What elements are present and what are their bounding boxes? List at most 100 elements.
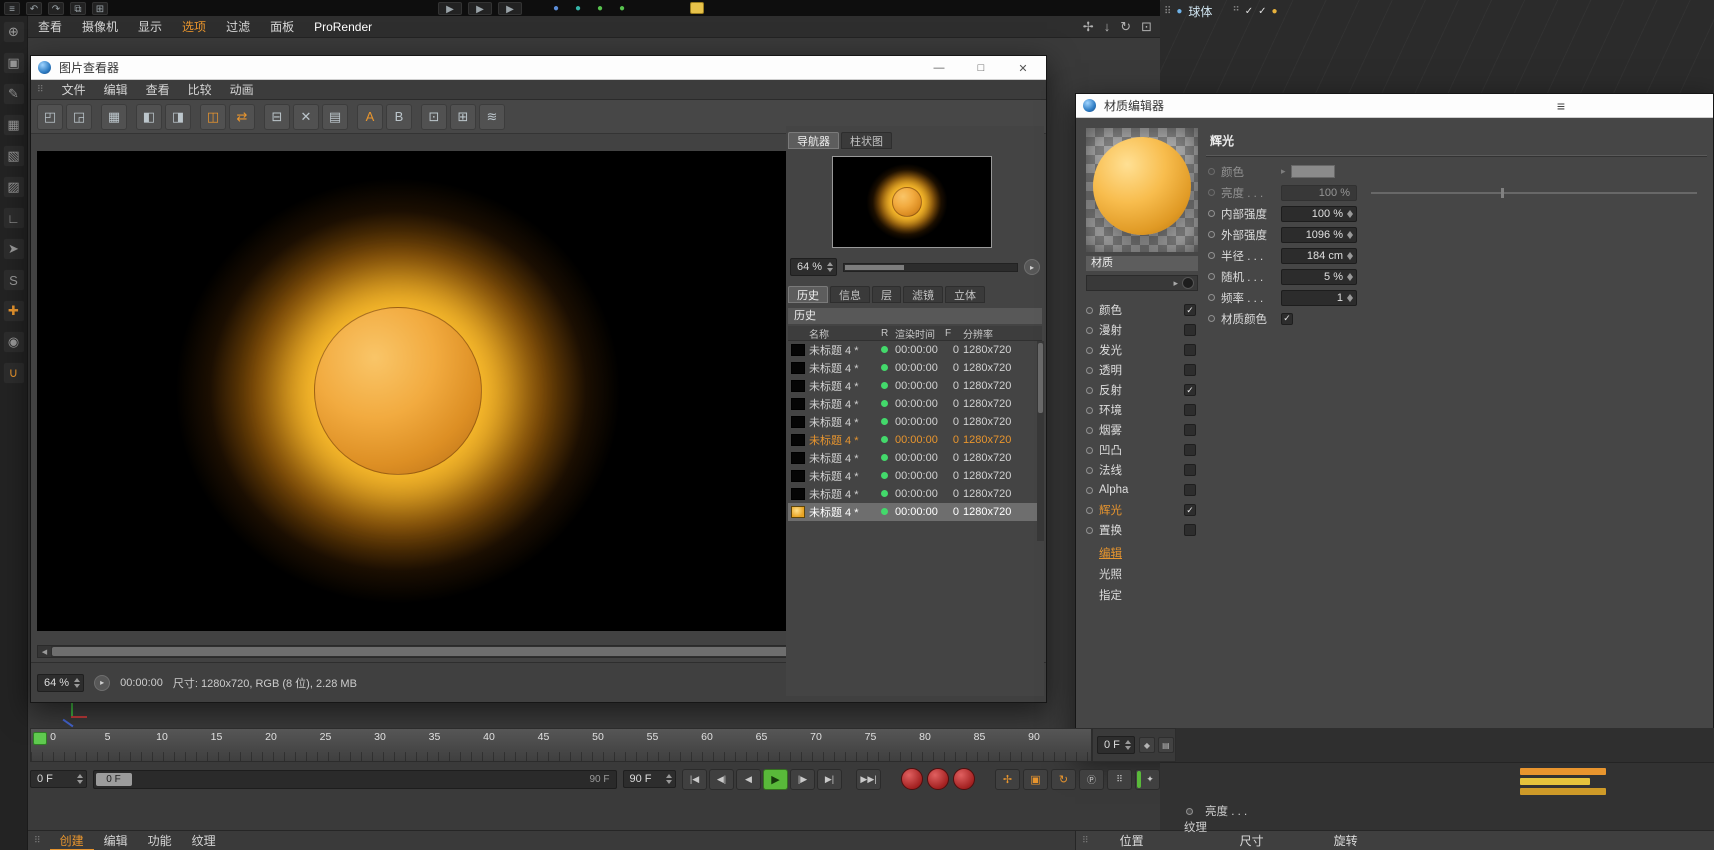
layer-dots-icon[interactable]: ⠛ <box>1232 6 1239 17</box>
corner-tool-icon[interactable]: ∟ <box>3 207 25 229</box>
object-row[interactable]: ⠿● 球体 ⠛✓✓● <box>1164 3 1278 19</box>
menu-查看[interactable]: 查看 <box>28 16 72 38</box>
undo-icon[interactable]: ↶ <box>26 2 42 15</box>
status-zoom-spinner[interactable]: 64 % <box>37 674 84 692</box>
bottom-menu-功能[interactable]: 功能 <box>138 831 182 850</box>
scroll-left-icon[interactable]: ◀ <box>38 648 51 656</box>
shader-green2-icon[interactable]: ● <box>614 2 630 15</box>
toggle-panel-icon[interactable]: ⊡ <box>1141 16 1152 38</box>
drag-handle-icon[interactable]: ⠿ <box>1164 6 1171 17</box>
channel-checkbox[interactable] <box>1184 484 1196 496</box>
open-image-icon[interactable]: ◰ <box>37 104 63 130</box>
channel-透明[interactable]: 透明 <box>1084 360 1202 380</box>
menu-过滤[interactable]: 过滤 <box>216 16 260 38</box>
timeline-frame-spinner[interactable]: 0 F <box>1097 736 1135 754</box>
keying-settings-button[interactable]: ✦ <box>1135 769 1160 790</box>
keyframe-diamond-icon[interactable]: ◆ <box>1139 737 1155 753</box>
autokey-button[interactable]: ◉ <box>927 768 949 790</box>
rotate-view-icon[interactable]: ↻ <box>1120 16 1131 38</box>
action-光照[interactable]: 光照 <box>1084 563 1202 584</box>
brightness-value-field[interactable]: 100 % <box>1281 185 1357 201</box>
coord-header-位置[interactable]: 位置 <box>1120 832 1144 849</box>
channel-环境[interactable]: 环境 <box>1084 400 1202 420</box>
bottom-grip-icon[interactable]: ⠿ <box>34 835 42 846</box>
pv-menu-比较[interactable]: 比较 <box>179 80 221 100</box>
mouse-tool-icon[interactable]: ➤ <box>3 238 25 260</box>
channel-checkbox[interactable]: ✓ <box>1184 504 1196 516</box>
stack-a-icon[interactable]: ◧ <box>136 104 162 130</box>
history-row[interactable]: 未标题 4 *00:00:0001280x720 <box>788 431 1042 449</box>
shader-green-icon[interactable]: ● <box>592 2 608 15</box>
folder-icon[interactable]: ⊟ <box>264 104 290 130</box>
primitive-c-icon[interactable]: ▨ <box>3 176 25 198</box>
channel-checkbox[interactable] <box>1184 344 1196 356</box>
frame-spinner[interactable]: 0 F <box>30 770 87 788</box>
slider-knob-icon[interactable] <box>1501 188 1504 198</box>
tab-导航器[interactable]: 导航器 <box>788 132 839 149</box>
tab-柱状图[interactable]: 柱状图 <box>841 132 892 149</box>
next-frame-button[interactable]: ▶| <box>817 769 842 790</box>
end-frame-spinner[interactable]: 90 F <box>623 770 677 788</box>
channel-置换[interactable]: 置换 <box>1084 520 1202 540</box>
channel-法线[interactable]: 法线 <box>1084 460 1202 480</box>
pv-menu-查看[interactable]: 查看 <box>137 80 179 100</box>
history-row[interactable]: 未标题 4 *00:00:0001280x720 <box>788 467 1042 485</box>
channel-checkbox[interactable] <box>1184 364 1196 376</box>
app-grid-icon[interactable]: ≡ <box>4 2 20 15</box>
history-row[interactable]: 未标题 4 *00:00:0001280x720 <box>788 341 1042 359</box>
scrollbar-thumb[interactable] <box>52 647 804 656</box>
record-selection-button[interactable]: ◎ <box>953 768 975 790</box>
bottom-menu-纹理[interactable]: 纹理 <box>182 831 226 850</box>
expand-arrow-icon[interactable]: ▸ <box>1281 166 1286 177</box>
texture-tag-icon[interactable]: ● <box>1272 6 1278 17</box>
channel-checkbox[interactable]: ✓ <box>1184 304 1196 316</box>
coord-header-旋转[interactable]: 旋转 <box>1334 832 1358 849</box>
grid-view-icon[interactable]: ⊞ <box>450 104 476 130</box>
arrange-icon[interactable]: ⊞ <box>92 2 108 15</box>
channel-checkbox[interactable] <box>1184 524 1196 536</box>
close-button[interactable]: ✕ <box>1002 56 1044 80</box>
channel-漫射[interactable]: 漫射 <box>1084 320 1202 340</box>
prev-key-button[interactable]: ◀| <box>709 769 734 790</box>
material-yellow-icon[interactable] <box>690 2 704 14</box>
play-button[interactable]: ▶ <box>763 769 788 790</box>
attribute-row-亮度 . . .[interactable]: 亮度 . . . <box>1184 803 1247 819</box>
next-key-button[interactable]: |▶ <box>790 769 815 790</box>
color-bar-amber[interactable] <box>1520 788 1606 795</box>
drop-icon[interactable]: ↓ <box>1104 16 1111 38</box>
menu-ProRender[interactable]: ProRender <box>304 16 382 38</box>
menu-显示[interactable]: 显示 <box>128 16 172 38</box>
single-view-icon[interactable]: ⊡ <box>421 104 447 130</box>
channel-checkbox[interactable] <box>1184 424 1196 436</box>
coords-grip-icon[interactable]: ⠿ <box>1082 835 1090 846</box>
history-row[interactable]: 未标题 4 *00:00:0001280x720 <box>788 395 1042 413</box>
film-strip-icon[interactable]: ▤ <box>322 104 348 130</box>
material-color-checkbox[interactable]: ✓ <box>1281 313 1293 325</box>
record-keyframe-button[interactable]: ● <box>901 768 923 790</box>
tree-view-icon[interactable]: ≋ <box>479 104 505 130</box>
bottom-menu-创建[interactable]: 创建 <box>50 831 94 850</box>
zoom-spinner[interactable]: 64 % <box>790 258 837 276</box>
menu-摄像机[interactable]: 摄像机 <box>72 16 128 38</box>
channel-反射[interactable]: 反射✓ <box>1084 380 1202 400</box>
navigator-thumbnail[interactable] <box>832 156 992 248</box>
pv-menu-动画[interactable]: 动画 <box>221 80 263 100</box>
timeline-ruler[interactable]: 051015202530354045505560657075808590 <box>30 728 1092 762</box>
mini-timeline-icon[interactable]: ▤ <box>1158 737 1174 753</box>
current-frame-marker[interactable] <box>33 732 47 745</box>
goto-end-button[interactable]: ▶▶| <box>856 769 881 790</box>
tab-层[interactable]: 层 <box>872 286 901 303</box>
preview-dropdown-arrow-icon[interactable]: ▸ <box>1173 278 1178 289</box>
channel-checkbox[interactable] <box>1184 404 1196 416</box>
drag-grip-icon[interactable]: ⠿ <box>37 84 45 95</box>
channel-Alpha[interactable]: Alpha <box>1084 480 1202 500</box>
zoom-slider[interactable] <box>843 263 1018 272</box>
save-image-icon[interactable]: ◲ <box>66 104 92 130</box>
maximize-button[interactable]: □ <box>960 56 1002 80</box>
object-name[interactable]: 球体 <box>1188 3 1212 20</box>
cube-tool-icon[interactable]: ▣ <box>3 52 25 74</box>
property-spinner-field[interactable]: 1096 % <box>1281 227 1357 243</box>
coord-header-尺寸[interactable]: 尺寸 <box>1240 832 1264 849</box>
action-指定[interactable]: 指定 <box>1084 584 1202 605</box>
channel-颜色[interactable]: 颜色✓ <box>1084 300 1202 320</box>
